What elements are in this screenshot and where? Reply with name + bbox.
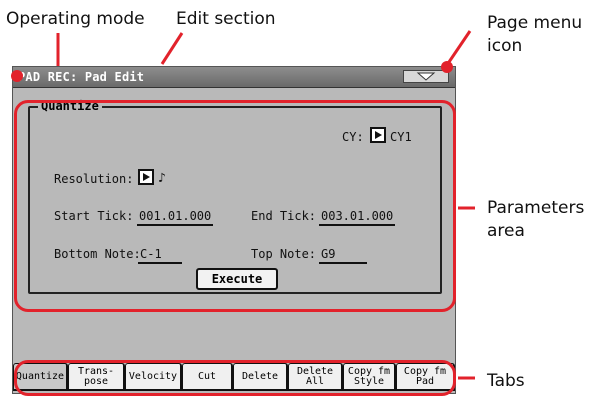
- operating-mode-marker: [11, 70, 23, 82]
- page-menu-icon-callout-line1: Page menu: [487, 13, 583, 33]
- operating-mode-callout: Operating mode: [6, 9, 145, 29]
- chevron-down-icon: [416, 72, 436, 81]
- tabs-highlight: [14, 360, 456, 396]
- edit-section-callout: Edit section: [176, 9, 276, 29]
- page-menu-marker: [441, 61, 453, 73]
- tabs-callout: Tabs: [487, 371, 525, 391]
- parameters-area-callout-line1: Parameters: [487, 198, 585, 218]
- page-menu-button[interactable]: [403, 70, 449, 83]
- parameters-area-highlight: [14, 100, 456, 312]
- parameters-area-callout-line2: area: [487, 221, 525, 241]
- title-bar: PAD REC: Pad Edit: [13, 67, 455, 88]
- page-title: PAD REC: Pad Edit: [18, 70, 145, 84]
- page-menu-icon-callout-line2: icon: [487, 36, 523, 56]
